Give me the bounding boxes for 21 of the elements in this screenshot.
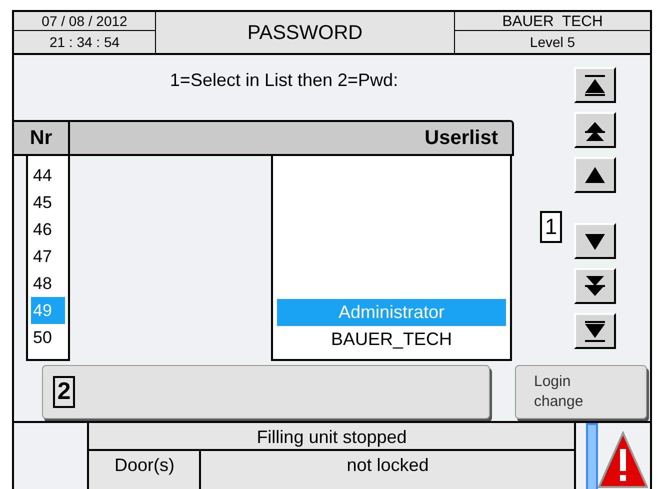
- screen-title: PASSWORD: [247, 20, 363, 46]
- user-level: Level 5: [528, 33, 576, 52]
- column-header: Userlist: [424, 126, 499, 151]
- login-change-button[interactable]: Login change: [515, 365, 647, 419]
- list-number[interactable]: 50: [31, 324, 65, 351]
- list-number[interactable]: 48: [31, 270, 65, 297]
- step-one-label: 1: [540, 210, 562, 242]
- company-name: BAUER TECH: [455, 12, 650, 31]
- door-label: Door(s): [89, 451, 202, 489]
- status-message: Filling unit stopped: [89, 423, 574, 451]
- list-number[interactable]: 45: [31, 189, 65, 216]
- date-text: 07 / 08 / 2012: [14, 12, 155, 31]
- list-number[interactable]: 46: [31, 216, 65, 243]
- list-number[interactable]: 47: [31, 243, 65, 270]
- door-status: not locked: [346, 454, 430, 477]
- time-text: 21 : 34 : 54: [48, 33, 121, 52]
- user-list-item[interactable]: BAUER_TECH: [277, 326, 506, 353]
- password-button[interactable]: 2: [42, 365, 490, 419]
- list-number[interactable]: 44: [31, 162, 65, 189]
- column-header: Nr: [14, 122, 70, 154]
- instruction-text: 1=Select in List then 2=Pwd:: [170, 69, 398, 91]
